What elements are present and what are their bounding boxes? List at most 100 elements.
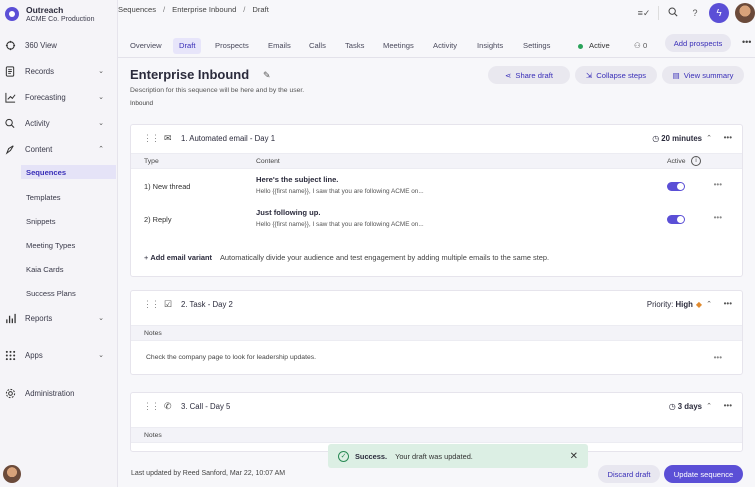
forecast-icon [4, 91, 16, 103]
tab-insights[interactable]: Insights [471, 38, 509, 54]
sidebar-item-content[interactable]: Content ⌃ [0, 140, 118, 158]
discard-draft-button[interactable]: Discard draft [598, 465, 660, 483]
tab-emails[interactable]: Emails [262, 38, 297, 54]
update-sequence-button[interactable]: Update sequence [664, 465, 743, 483]
tab-overview[interactable]: Overview [124, 38, 168, 54]
col-content: Content [256, 158, 280, 165]
info-icon[interactable]: i [691, 156, 701, 166]
active-toggle[interactable] [667, 182, 685, 191]
sidebar: Outreach ACME Co. Production 360 View Re… [0, 0, 118, 487]
breadcrumb-sequences[interactable]: Sequences [118, 5, 156, 14]
tab-settings[interactable]: Settings [517, 38, 556, 54]
sidebar-item-activity[interactable]: Activity ⌄ [0, 114, 118, 132]
table-row[interactable]: 2) Reply Just following up. Hello {{firs… [131, 204, 742, 236]
task-note: Check the company page to look for leade… [146, 354, 317, 361]
more-options-icon[interactable]: ••• [714, 353, 722, 362]
sidebar-item-records[interactable]: Records ⌄ [0, 62, 118, 80]
content-icon [4, 143, 16, 155]
breadcrumb-current: Draft [252, 5, 269, 14]
check-circle-icon: ✓ [338, 450, 349, 462]
gear-icon [4, 387, 16, 399]
last-updated: Last updated by Reed Sanford, Mar 22, 10… [131, 470, 286, 477]
sidebar-sub-meeting-types[interactable]: Meeting Types [21, 238, 116, 252]
drag-handle-icon[interactable]: ⋮⋮ [143, 299, 160, 310]
success-toast: ✓ Success. Your draft was updated. ✕ [328, 444, 588, 468]
more-options-icon[interactable]: ••• [742, 37, 751, 47]
tab-tasks[interactable]: Tasks [339, 38, 370, 54]
status-badge[interactable]: Active [578, 38, 610, 54]
tab-calls[interactable]: Calls [303, 38, 332, 54]
sequence-tag[interactable]: Inbound [130, 100, 153, 107]
sidebar-item-administration[interactable]: Administration [0, 384, 118, 402]
add-prospects-button[interactable]: Add prospects [665, 34, 731, 52]
tab-meetings[interactable]: Meetings [377, 38, 420, 54]
brand-name: Outreach [26, 5, 64, 15]
step-duration: ◷ 20 minutes [652, 134, 702, 143]
table-header: Notes [131, 325, 742, 341]
collapse-steps-button[interactable]: ⇲ Collapse steps [575, 66, 657, 84]
sidebar-item-apps[interactable]: Apps ⌄ [0, 346, 118, 364]
more-options-icon[interactable]: ••• [724, 401, 732, 410]
sequence-tabs: Overview Draft Prospects Emails Calls Ta… [118, 34, 755, 58]
breadcrumb-sequence[interactable]: Enterprise Inbound [172, 5, 236, 14]
help-icon[interactable]: ? [684, 8, 706, 18]
chevron-up-icon[interactable]: ⌃ [706, 134, 712, 142]
chevron-down-icon: ⌄ [98, 94, 104, 101]
drag-handle-icon[interactable]: ⋮⋮ [143, 401, 160, 412]
more-options-icon[interactable]: ••• [714, 180, 722, 189]
user-avatar-top[interactable] [735, 3, 755, 23]
sidebar-sub-kaia-cards[interactable]: Kaia Cards [21, 262, 116, 276]
edit-pencil-icon[interactable]: ✎ [263, 70, 271, 81]
clock-icon: ◷ [668, 402, 676, 411]
user-avatar[interactable] [3, 465, 21, 483]
tab-draft[interactable]: Draft [173, 38, 202, 54]
records-icon [4, 65, 16, 77]
view-summary-button[interactable]: ▤ View summary [662, 66, 744, 84]
more-options-icon[interactable]: ••• [714, 213, 722, 222]
search-icon[interactable] [662, 7, 684, 19]
main-content: Enterprise Inbound ✎ Description for thi… [118, 58, 755, 487]
sequence-description: Description for this sequence will be he… [130, 87, 305, 94]
close-icon[interactable]: ✕ [570, 451, 578, 462]
step-header[interactable]: ⋮⋮ ✉ 1. Automated email - Day 1 ◷ 20 min… [131, 125, 742, 153]
more-options-icon[interactable]: ••• [724, 133, 732, 142]
chevron-up-icon[interactable]: ⌃ [706, 402, 712, 410]
sidebar-item-forecasting[interactable]: Forecasting ⌄ [0, 88, 118, 106]
reports-icon [4, 312, 16, 324]
share-draft-button[interactable]: ⋖ Share draft [488, 66, 570, 84]
chevron-up-icon[interactable]: ⌃ [706, 300, 712, 308]
tab-activity[interactable]: Activity [427, 38, 463, 54]
brand[interactable]: Outreach ACME Co. Production [0, 0, 117, 28]
tab-prospects[interactable]: Prospects [209, 38, 255, 54]
collapse-icon: ⇲ [585, 70, 593, 80]
active-toggle[interactable] [667, 215, 685, 224]
outreach-logo-icon [5, 7, 19, 21]
compass-icon [4, 39, 16, 51]
sidebar-item-reports[interactable]: Reports ⌄ [0, 309, 118, 327]
phone-icon: ✆ [164, 401, 172, 411]
activity-icon [4, 117, 16, 129]
status-dot [578, 43, 583, 49]
users-icon: ⚇ [634, 41, 641, 50]
sidebar-sub-success-plans[interactable]: Success Plans [21, 286, 116, 300]
table-row[interactable]: 1) New thread Here's the subject line. H… [131, 171, 742, 203]
sidebar-sub-snippets[interactable]: Snippets [21, 214, 116, 228]
breadcrumb: Sequences / Enterprise Inbound / Draft [118, 5, 269, 14]
chevron-down-icon: ⌄ [98, 68, 104, 75]
step-duration: ◷ 3 days [668, 402, 702, 411]
sidebar-sub-sequences[interactable]: Sequences [21, 165, 116, 179]
step-header[interactable]: ⋮⋮ ☑ 2. Task - Day 2 Priority: High ◆ ⌃ •… [131, 291, 742, 319]
step-header[interactable]: ⋮⋮ ✆ 3. Call - Day 5 ◷ 3 days ⌃ ••• [131, 393, 742, 421]
add-email-variant[interactable]: + Add email variant Automatically divide … [144, 253, 549, 262]
lightning-icon[interactable]: ϟ [709, 3, 729, 23]
sidebar-item-360-view[interactable]: 360 View [0, 36, 118, 54]
clock-icon: ◷ [652, 134, 660, 143]
step-card-call: ⋮⋮ ✆ 3. Call - Day 5 ◷ 3 days ⌃ ••• Note… [130, 392, 743, 452]
tasks-filter-icon[interactable]: ≡✓ [633, 8, 655, 19]
drag-handle-icon[interactable]: ⋮⋮ [143, 133, 160, 144]
step-priority: Priority: High ◆ [646, 300, 702, 309]
col-type: Type [144, 158, 159, 165]
chevron-down-icon: ⌄ [98, 120, 104, 127]
sidebar-sub-templates[interactable]: Templates [21, 190, 116, 204]
more-options-icon[interactable]: ••• [724, 299, 732, 308]
